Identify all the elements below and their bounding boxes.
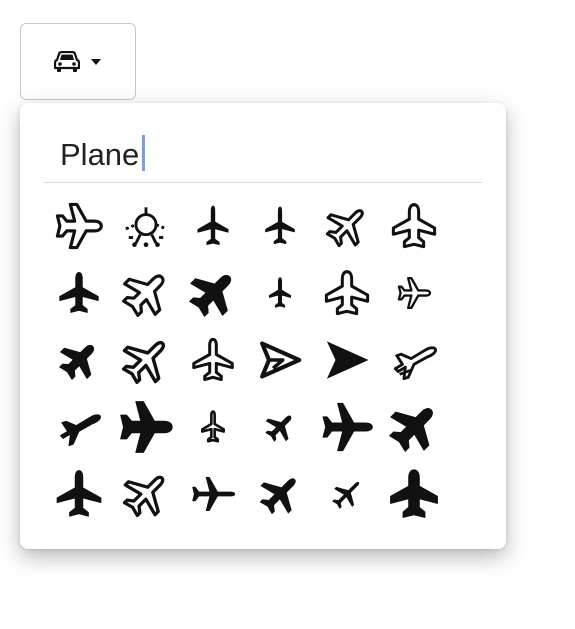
icon-option[interactable] <box>313 326 380 393</box>
icon-option[interactable] <box>179 259 246 326</box>
plane-solid-right-icon <box>119 400 173 454</box>
text-cursor <box>142 135 145 171</box>
plane-outline-up-icon <box>324 269 369 315</box>
plane-up-icon <box>259 205 301 247</box>
plane-outline-tilted-icon <box>55 202 103 249</box>
plane-outline-diagonal-icon <box>122 470 170 518</box>
icon-option[interactable] <box>313 393 380 460</box>
icon-search-input[interactable] <box>44 127 482 183</box>
plane-small-diagonal-icon <box>329 476 365 512</box>
icon-option[interactable] <box>112 326 179 393</box>
plane-departure-solid-icon <box>56 404 102 450</box>
plane-departure-gauge-icon <box>123 203 169 249</box>
icon-results-grid <box>45 192 447 527</box>
icon-option[interactable] <box>179 192 246 259</box>
icon-option[interactable] <box>112 393 179 460</box>
paper-plane-outline-icon <box>258 338 302 382</box>
icon-option[interactable] <box>313 460 380 527</box>
plane-solid-diagonal-icon <box>258 472 302 516</box>
plane-outline-up-icon <box>191 337 235 382</box>
icon-option[interactable] <box>313 192 380 259</box>
plane-small-diagonal-icon <box>264 411 296 443</box>
icon-option[interactable] <box>246 393 313 460</box>
plane-departure-outline-icon <box>391 337 437 383</box>
plane-outline-diagonal-icon <box>121 270 169 317</box>
plane-solid-bold-up-icon <box>389 468 439 519</box>
plane-solid-up-icon <box>57 271 101 315</box>
plane-thin-right-icon <box>189 470 237 518</box>
icon-option[interactable] <box>45 192 112 259</box>
plane-up-icon <box>191 204 235 248</box>
plane-solid-bold-diagonal-icon <box>188 269 237 317</box>
icon-option[interactable] <box>45 393 112 460</box>
icon-option[interactable] <box>45 259 112 326</box>
icon-option[interactable] <box>179 460 246 527</box>
plane-solid-right-icon <box>320 400 374 454</box>
plane-small-outline-right-icon <box>397 276 431 310</box>
icon-option[interactable] <box>380 326 447 393</box>
icon-option[interactable] <box>45 326 112 393</box>
caret-down-icon <box>90 58 102 66</box>
icon-picker-dropdown <box>20 103 506 549</box>
icon-option[interactable] <box>380 393 447 460</box>
car-icon <box>54 50 80 73</box>
icon-picker-button[interactable] <box>20 23 136 100</box>
plane-solid-bold-diagonal-icon <box>388 402 439 452</box>
icon-option[interactable] <box>380 460 447 527</box>
icon-option[interactable] <box>313 259 380 326</box>
icon-option[interactable] <box>246 326 313 393</box>
plane-solid-up-icon <box>54 469 104 519</box>
icon-option[interactable] <box>45 460 112 527</box>
icon-option[interactable] <box>112 192 179 259</box>
plane-outline-up-icon <box>391 202 436 248</box>
plane-outline-diagonal-icon <box>325 204 369 248</box>
plane-outline-large-diagonal-icon <box>121 335 171 385</box>
icon-option[interactable] <box>246 192 313 259</box>
plane-outline-small-up-icon <box>194 408 232 446</box>
icon-option[interactable] <box>246 460 313 527</box>
icon-option[interactable] <box>380 192 447 259</box>
icon-option[interactable] <box>179 326 246 393</box>
paper-plane-solid-icon <box>324 337 370 383</box>
icon-option[interactable] <box>179 393 246 460</box>
icon-option[interactable] <box>112 460 179 527</box>
plane-thin-up-icon <box>261 274 299 312</box>
plane-bold-diagonal-icon <box>58 340 99 380</box>
icon-option[interactable] <box>112 259 179 326</box>
icon-option[interactable] <box>246 259 313 326</box>
icon-option[interactable] <box>380 259 447 326</box>
